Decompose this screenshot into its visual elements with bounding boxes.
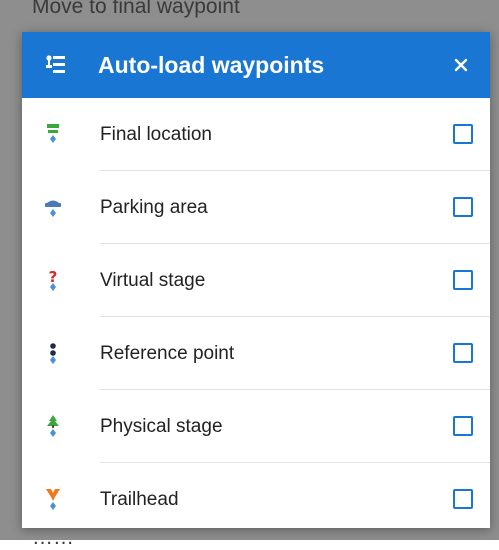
waypoint-list-icon	[44, 53, 66, 77]
virtual-stage-icon: ?	[44, 268, 62, 294]
close-button[interactable]	[446, 50, 476, 80]
list-item-trailhead[interactable]: Trailhead	[22, 463, 490, 536]
list-item-physical-stage[interactable]: Physical stage	[22, 390, 490, 463]
dialog-header: Auto-load waypoints	[22, 32, 490, 98]
physical-stage-icon	[44, 414, 62, 440]
parking-area-checkbox[interactable]	[453, 197, 473, 217]
trailhead-checkbox[interactable]	[453, 489, 473, 509]
close-icon[interactable]	[446, 50, 476, 80]
virtual-stage-checkbox[interactable]	[453, 270, 473, 290]
reference-point-checkbox[interactable]	[453, 343, 473, 363]
list-item-label: Reference point	[100, 343, 235, 364]
list-item-reference-point[interactable]: Reference point	[22, 317, 490, 390]
auto-load-waypoints-dialog: Auto-load waypoints Final location Parki…	[22, 32, 490, 528]
list-item-label: Parking area	[100, 197, 208, 218]
parking-area-icon	[44, 195, 62, 221]
list-item-parking-area[interactable]: Parking area	[22, 171, 490, 244]
waypoint-type-list: Final location Parking area ? Virtual st…	[22, 98, 490, 536]
list-item-final-location[interactable]: Final location	[22, 98, 490, 171]
final-location-icon	[44, 122, 62, 148]
list-item-label: Trailhead	[100, 489, 179, 510]
background-menu-item: Move to final waypoint	[32, 0, 240, 18]
background-bottom-text: ……	[32, 526, 74, 549]
final-location-checkbox[interactable]	[453, 124, 473, 144]
list-item-label: Final location	[100, 124, 212, 145]
trailhead-icon	[44, 487, 62, 513]
list-item-label: Virtual stage	[100, 270, 206, 291]
list-item-virtual-stage[interactable]: ? Virtual stage	[22, 244, 490, 317]
list-item-label: Physical stage	[100, 416, 223, 437]
physical-stage-checkbox[interactable]	[453, 416, 473, 436]
reference-point-icon	[44, 341, 62, 367]
dialog-title: Auto-load waypoints	[98, 52, 325, 78]
